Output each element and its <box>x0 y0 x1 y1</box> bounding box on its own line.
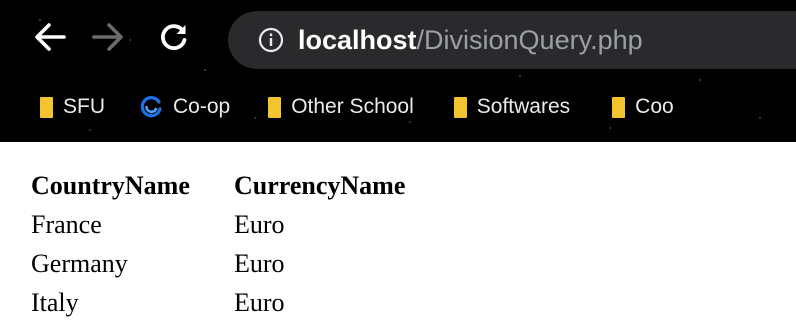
folder-icon <box>612 96 626 118</box>
arrow-right-icon <box>92 23 123 51</box>
bookmark-coo[interactable]: Coo <box>612 84 674 130</box>
bookmark-sfu[interactable]: SFU <box>40 84 105 130</box>
table-header-row: CountryName CurrencyName <box>31 166 409 205</box>
table-row: Germany Euro <box>31 244 409 283</box>
bookmark-label: Other School <box>291 95 414 118</box>
url-text[interactable]: localhost/DivisionQuery.php <box>298 25 643 56</box>
table-row: Italy Euro <box>31 283 409 322</box>
bookmark-label: Softwares <box>476 95 571 118</box>
forward-button[interactable] <box>88 17 128 57</box>
results-table: CountryName CurrencyName France Euro Ger… <box>31 166 409 322</box>
reload-icon <box>161 24 187 51</box>
bookmark-softwares[interactable]: Softwares <box>453 84 571 130</box>
country-cell: Germany <box>31 248 128 278</box>
country-cell: France <box>31 209 102 239</box>
bookmark-coop[interactable]: Co-op <box>139 84 230 130</box>
bookmark-other-school[interactable]: Other School <box>268 84 414 130</box>
folder-icon <box>268 96 282 118</box>
folder-icon <box>453 96 467 118</box>
currency-cell: Euro <box>234 287 285 317</box>
url-path: /DivisionQuery.php <box>416 24 643 55</box>
arrow-left-icon <box>35 23 66 51</box>
page-content: CountryName CurrencyName France Euro Ger… <box>31 166 409 322</box>
currency-cell: Euro <box>234 248 285 278</box>
browser-chrome: localhost/DivisionQuery.php SFU Co-op Ot… <box>0 0 796 142</box>
currency-cell: Euro <box>234 209 285 239</box>
address-bar[interactable]: localhost/DivisionQuery.php <box>228 11 796 69</box>
column-header-country: CountryName <box>31 170 190 200</box>
column-header-currency: CurrencyName <box>234 170 406 200</box>
back-button[interactable] <box>30 17 70 57</box>
bookmarks-bar: SFU Co-op Other School Softwares Coo <box>0 84 796 130</box>
url-host: localhost <box>298 24 417 55</box>
info-icon[interactable] <box>258 27 284 53</box>
reload-button[interactable] <box>154 17 194 57</box>
bookmark-label: Coo <box>635 95 674 118</box>
refresh-circle-icon <box>140 96 162 118</box>
folder-icon <box>40 96 53 118</box>
bookmark-label: SFU <box>63 95 105 118</box>
bookmark-label: Co-op <box>173 95 231 118</box>
table-row: France Euro <box>31 205 409 244</box>
country-cell: Italy <box>31 287 79 317</box>
